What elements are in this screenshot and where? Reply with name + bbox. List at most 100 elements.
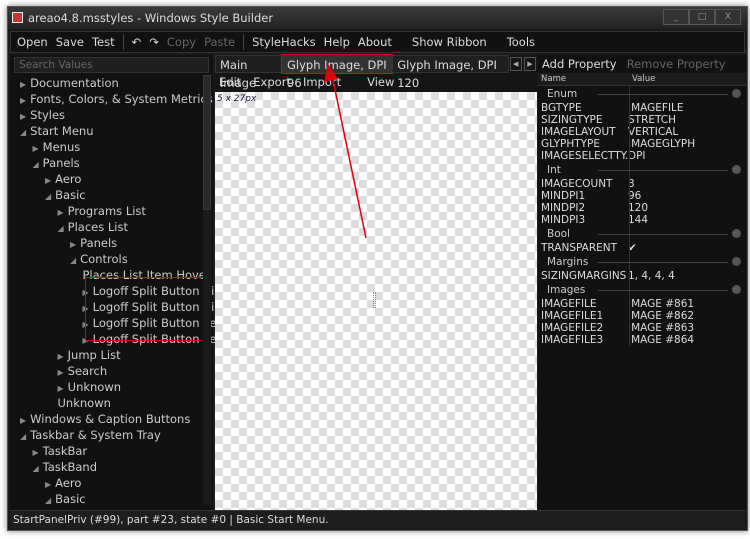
add-property-button[interactable]: Add Property [542,55,617,73]
expand-arrow-icon[interactable]: ◢ [45,192,51,201]
open-button[interactable]: Open [17,35,48,49]
help-button[interactable]: Help [324,35,350,49]
tree-item[interactable]: ◢ Places List [58,219,128,235]
tree-item[interactable]: ◢ Controls [70,251,128,267]
property-row[interactable]: MINDPI3 144 [538,214,746,226]
collapse-icon[interactable] [732,229,741,238]
tree-item[interactable]: ▶ Fonts, Colors, & System Metrics [20,91,213,107]
collapse-icon[interactable] [732,89,741,98]
property-row[interactable]: IMAGEFILE IMAGE #861 [538,298,746,310]
expand-arrow-icon[interactable]: ▶ [20,80,26,89]
expand-arrow-icon[interactable]: ◢ [20,128,26,137]
expand-arrow-icon[interactable]: ◢ [33,464,39,473]
tree-item[interactable]: ▶ Search [58,363,108,379]
expand-arrow-icon[interactable]: ◢ [45,496,51,505]
tree-item[interactable]: ▶ Panels [70,235,117,251]
maximize-button[interactable]: □ [689,9,715,25]
column-name: Name [541,74,567,84]
save-button[interactable]: Save [56,35,84,49]
property-value: IMAGE #862 [628,310,695,322]
expand-arrow-icon[interactable]: ▶ [70,240,76,249]
redo-icon[interactable]: ↷ [149,35,159,49]
expand-arrow-icon[interactable]: ▶ [58,352,64,361]
expand-arrow-icon[interactable]: ◢ [33,160,39,169]
tab-prev-button[interactable]: ◀ [509,57,522,71]
search-input[interactable]: Search Values [14,57,209,73]
tree-item[interactable]: ▶ Menus [33,139,81,155]
tree-item[interactable]: ◢ Basic [45,491,86,507]
property-row[interactable]: MINDPI1 96 [538,190,746,202]
tree-item[interactable]: ▶ TaskBar [33,443,88,459]
test-button[interactable]: Test [92,35,115,49]
property-row[interactable]: TRANSPARENT ✔ [538,242,746,254]
tree-item[interactable]: ▶ Aero [45,171,81,187]
tree-item[interactable]: ▶ Windows & Caption Buttons [20,411,190,427]
expand-arrow-icon[interactable]: ▶ [45,176,51,185]
expand-arrow-icon[interactable]: ◢ [58,224,64,233]
expand-arrow-icon[interactable]: ▶ [20,112,26,121]
property-group[interactable]: Margins [538,254,746,270]
show-ribbon-button[interactable]: Show Ribbon [412,35,487,49]
tree-item[interactable]: ▶ Styles [20,107,65,123]
property-group[interactable]: Images [538,282,746,298]
expand-arrow-icon[interactable]: ▶ [33,144,39,153]
expand-arrow-icon[interactable]: ▶ [33,448,39,457]
about-button[interactable]: About [358,35,392,49]
property-row[interactable]: IMAGEFILE2 IMAGE #863 [538,322,746,334]
property-row[interactable]: IMAGECOUNT 3 [538,178,746,190]
tab-glyph-dpi120[interactable]: Glyph Image, DPI 120 [392,55,509,90]
image-canvas[interactable]: 5 x 27px [215,92,537,510]
collapse-icon[interactable] [732,285,741,294]
expand-arrow-icon[interactable]: ▶ [58,384,64,393]
expand-arrow-icon[interactable]: ◢ [70,256,76,265]
property-group[interactable]: Enum [538,86,746,102]
tree-item[interactable]: ◢ Basic [45,187,86,203]
tab-next-button[interactable]: ▶ [523,57,536,71]
tree-item[interactable]: ◢ TaskBand [33,459,98,475]
property-group[interactable]: Bool [538,226,746,242]
property-row[interactable]: IMAGEFILE1 IMAGE #862 [538,310,746,322]
close-button[interactable]: X [715,9,741,25]
property-row[interactable]: IMAGEFILE3 IMAGE #864 [538,334,746,346]
tab-main-image[interactable]: Main Image [215,55,283,90]
tab-glyph-dpi96[interactable]: Glyph Image, DPI 96 [281,54,394,90]
expand-arrow-icon[interactable]: ▶ [20,96,26,105]
expand-arrow-icon[interactable]: ▶ [20,416,26,425]
property-row[interactable]: IMAGESELECTTY... DPI [538,150,746,162]
expand-arrow-icon[interactable]: ▶ [58,368,64,377]
tree-item[interactable]: ▶ Programs List [58,203,146,219]
collapse-icon[interactable] [732,257,741,266]
import-button[interactable]: Import [303,74,341,90]
tree-item[interactable]: ▶ Aero [45,475,81,491]
column-value: Value [632,74,656,84]
edit-button[interactable]: Edit [219,74,241,90]
property-row[interactable]: SIZINGMARGINS 1, 4, 4, 4 [538,270,746,282]
tree-item[interactable]: Unknown [58,395,111,411]
tree-scrollbar[interactable] [203,75,211,505]
export-button[interactable]: Export [253,74,291,90]
remove-property-button[interactable]: Remove Property [627,55,726,73]
undo-icon[interactable]: ↶ [132,35,142,49]
tree-item[interactable]: ◢ Panels [33,155,80,171]
property-row[interactable]: SIZINGTYPE STRETCH [538,114,746,126]
property-row[interactable]: GLYPHTYPE IMAGEGLYPH [538,138,746,150]
expand-arrow-icon[interactable]: ▶ [45,480,51,489]
tree-item[interactable]: ▶ Jump List [58,347,121,363]
copy-button[interactable]: Copy [167,35,196,49]
collapse-icon[interactable] [732,165,741,174]
expand-arrow-icon[interactable]: ◢ [20,432,26,441]
property-group[interactable]: Int [538,162,746,178]
stylehacks-button[interactable]: StyleHacks [252,35,316,49]
view-menu[interactable]: View [367,74,394,90]
minimize-button[interactable]: _ [663,9,689,25]
tools-menu[interactable]: Tools [507,35,535,49]
property-row[interactable]: BGTYPE IMAGEFILE [538,102,746,114]
expand-arrow-icon[interactable]: ▶ [58,208,64,217]
paste-button[interactable]: Paste [204,35,235,49]
tree-item[interactable]: ◢ Taskbar & System Tray [20,427,161,443]
property-row[interactable]: IMAGELAYOUT VERTICAL [538,126,746,138]
tree-item[interactable]: ▶ Unknown [58,379,122,395]
property-row[interactable]: MINDPI2 120 [538,202,746,214]
tree-item[interactable]: ▶ Documentation [20,75,119,91]
tree-item[interactable]: ◢ Start Menu [20,123,93,139]
